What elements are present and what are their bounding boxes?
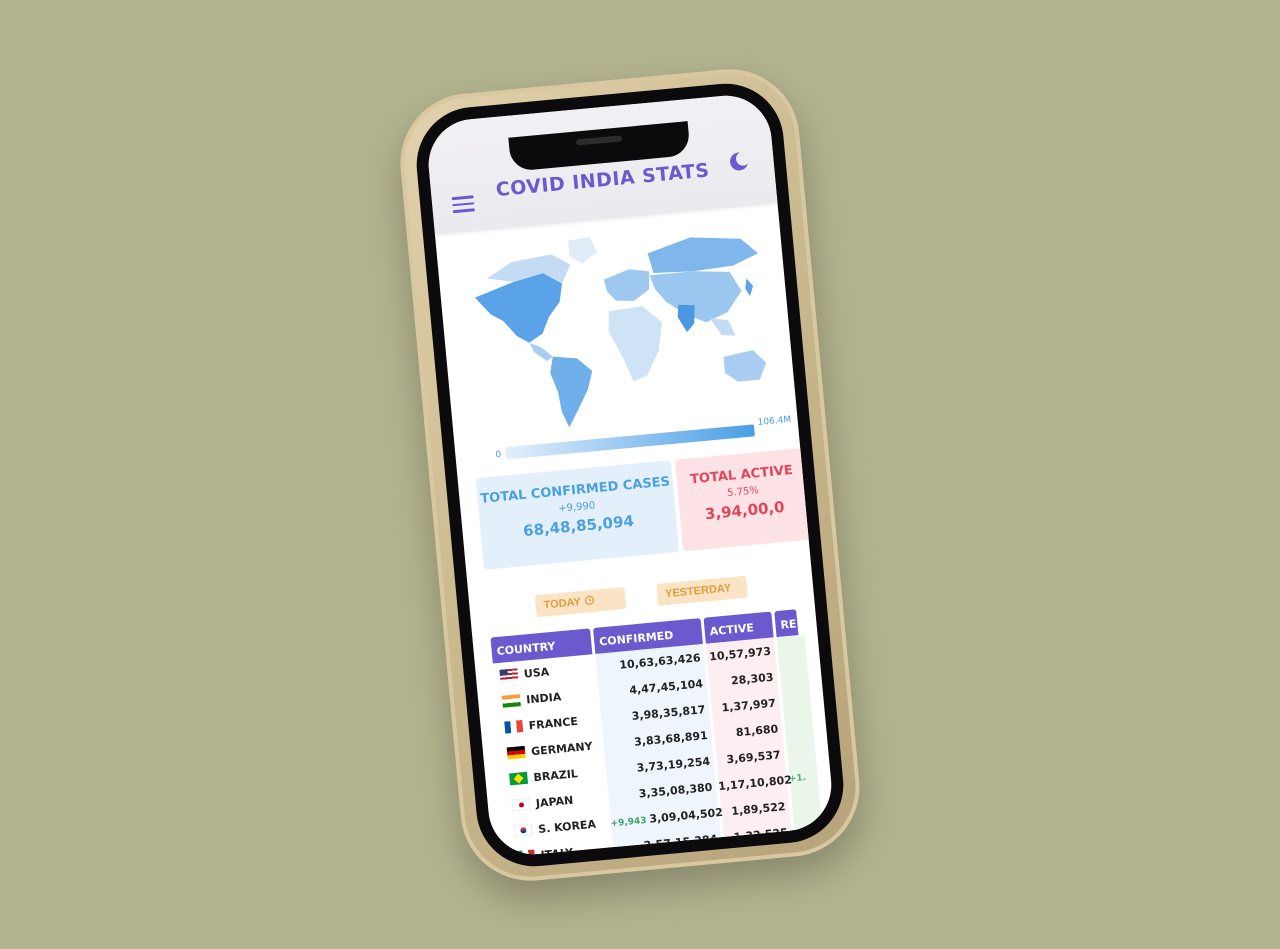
stage: COVID INDIA STATS 0 106.4M TOTAL CONFIRM…	[0, 0, 1280, 949]
country-cell: INDIA	[496, 686, 599, 708]
confirmed-value: 10,63,63,426	[618, 650, 702, 672]
confirmed-delta	[633, 764, 634, 774]
active-cell: 1,17,10,802	[717, 772, 793, 793]
map-japan	[745, 278, 754, 297]
legend-max-label: 106.4M	[757, 414, 792, 428]
flag-germany-icon	[506, 745, 526, 760]
country-cell: BRAZIL	[503, 764, 606, 786]
map-russia	[647, 237, 759, 273]
country-cell: S. KOREA	[508, 816, 611, 838]
confirmed-delta	[631, 739, 632, 749]
country-name: USA	[523, 664, 550, 681]
flag-brazil-icon	[509, 771, 529, 786]
recovered-cell	[787, 751, 815, 754]
country-name: INDIA	[525, 689, 562, 707]
today-button[interactable]: TODAY	[534, 587, 627, 618]
map-central-america	[529, 342, 553, 362]
recovered-cell	[784, 725, 812, 728]
confirmed-value: 3,09,04,502	[648, 805, 724, 826]
table-body: USA 10,63,63,426 10,57,973 INDIA 4,47,45…	[493, 634, 827, 859]
country-cell: USA	[493, 660, 596, 682]
world-map[interactable]	[450, 212, 783, 440]
confirmed-value: 4,47,45,104	[628, 676, 704, 697]
confirmed-cell: 3,73,19,254	[605, 754, 716, 777]
confirmed-cell: 4,47,45,104	[598, 676, 709, 699]
country-name: JAPAN	[535, 793, 574, 810]
map-australia	[723, 350, 767, 382]
map-southeast-asia	[709, 317, 736, 336]
flag-india-icon	[501, 694, 521, 708]
confirmed-cases-card: TOTAL CONFIRMED CASES +9,990 68,48,85,09…	[475, 460, 680, 570]
map-greenland	[568, 236, 598, 264]
country-name: FRANCE	[528, 714, 579, 732]
active-cell: 10,57,973	[708, 644, 772, 663]
recovered-cell	[782, 699, 810, 702]
confirmed-delta	[635, 790, 636, 800]
map-asia	[649, 271, 742, 323]
moon-icon[interactable]	[727, 150, 751, 178]
column-header-recovered[interactable]: RE	[774, 609, 799, 638]
confirmed-cell: 3,83,68,891	[603, 728, 714, 751]
phone-device: COVID INDIA STATS 0 106.4M TOTAL CONFIRM…	[394, 63, 866, 887]
recovered-cell	[779, 673, 807, 676]
yesterday-label: YESTERDAY	[664, 582, 732, 601]
yesterday-button[interactable]: YESTERDAY	[656, 575, 748, 606]
map-south-america	[550, 356, 593, 428]
country-name: GERMANY	[530, 739, 594, 758]
country-cell: JAPAN	[505, 790, 608, 812]
active-cell: 1,37,997	[721, 696, 777, 714]
recovered-cell	[777, 648, 805, 651]
confirmed-cell: 3,98,35,817	[600, 702, 711, 725]
confirmed-delta: +9,943	[610, 815, 647, 829]
country-name: S. KOREA	[537, 817, 597, 836]
map-north-america	[474, 273, 563, 343]
recovered-cell: +1.	[788, 773, 807, 785]
recovered-cell	[791, 803, 819, 806]
country-cell: FRANCE	[498, 712, 601, 734]
flag-japan-icon	[511, 797, 531, 812]
today-label: TODAY	[543, 596, 582, 612]
confirmed-value: 3,73,19,254	[635, 754, 711, 775]
confirmed-cell: 10,63,63,426	[596, 650, 707, 673]
confirmed-delta	[616, 662, 617, 672]
country-stats-table: COUNTRY CONFIRMED ACTIVE RE USA 10,63,63…	[490, 609, 827, 859]
flag-korea-icon	[513, 823, 533, 838]
legend-min-label: 0	[495, 449, 502, 461]
active-cell: 28,303	[730, 670, 774, 688]
confirmed-cell: 3,35,08,380	[608, 780, 719, 803]
map-europe	[603, 269, 650, 301]
confirmed-cell: +9,943 3,09,04,502	[610, 805, 724, 829]
active-cell: 81,680	[735, 721, 779, 739]
active-cell: 3,69,537	[725, 747, 782, 766]
active-cases-card: TOTAL ACTIVE 5.75% 3,94,00,0	[674, 447, 813, 552]
confirmed-value: 3,98,35,817	[631, 702, 706, 723]
speaker	[575, 135, 623, 146]
map-africa	[608, 306, 663, 382]
confirmed-value: 3,83,68,891	[633, 728, 709, 749]
country-name: BRAZIL	[532, 766, 579, 784]
clock-icon	[584, 594, 595, 608]
confirmed-delta	[628, 713, 629, 723]
map-india	[677, 304, 695, 333]
confirmed-delta	[626, 687, 627, 697]
phone-screen: COVID INDIA STATS 0 106.4M TOTAL CONFIRM…	[424, 91, 836, 859]
flag-usa-icon	[499, 668, 519, 682]
flag-france-icon	[504, 720, 524, 734]
country-cell: GERMANY	[501, 738, 604, 760]
active-cell: 1,89,522	[730, 799, 786, 818]
confirmed-value: 3,35,08,380	[638, 780, 713, 801]
